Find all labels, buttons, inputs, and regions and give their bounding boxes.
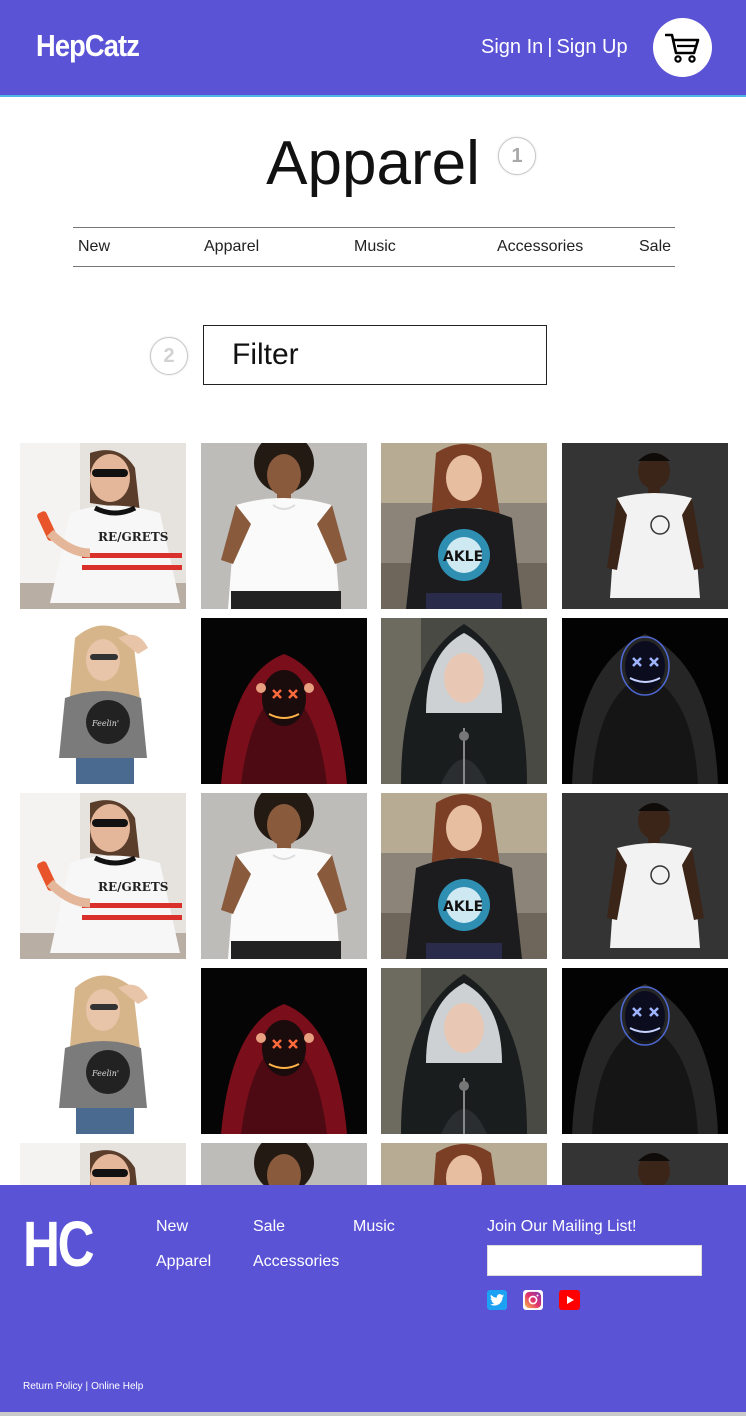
svg-text:AKLE: AKLE	[443, 899, 483, 915]
product-image: RE/GRETS	[20, 1143, 186, 1185]
product-tile[interactable]	[562, 443, 728, 609]
site-logo[interactable]: HepCatz	[36, 28, 140, 64]
twitter-icon[interactable]	[487, 1290, 507, 1310]
footer-link-music[interactable]: Music	[353, 1218, 395, 1236]
auth-separator: |	[547, 36, 553, 58]
product-tile[interactable]	[562, 968, 728, 1134]
mailing-list-email-input[interactable]	[487, 1245, 702, 1276]
nav-item-sale[interactable]: Sale	[639, 238, 671, 256]
product-tile[interactable]	[201, 968, 367, 1134]
product-tile[interactable]	[201, 1143, 367, 1185]
footer-link-apparel[interactable]: Apparel	[156, 1253, 211, 1271]
product-image	[201, 968, 367, 1134]
product-tile[interactable]	[562, 793, 728, 959]
product-tile[interactable]: AKLE	[381, 1143, 547, 1185]
product-tile[interactable]: RE/GRETS	[20, 443, 186, 609]
product-image: AKLE	[381, 793, 547, 959]
category-nav: New Apparel Music Accessories Sale	[73, 227, 675, 267]
product-image	[201, 443, 367, 609]
product-tile[interactable]	[562, 1143, 728, 1185]
return-policy-link[interactable]: Return Policy	[23, 1381, 82, 1392]
annotation-marker-2: 2	[150, 337, 188, 375]
page-title: Apparel	[266, 129, 480, 198]
product-image: RE/GRETS	[20, 793, 186, 959]
footer-link-new[interactable]: New	[156, 1218, 188, 1236]
nav-item-accessories[interactable]: Accessories	[497, 238, 583, 256]
footer-link-sale[interactable]: Sale	[253, 1218, 285, 1236]
product-image: AKLE	[381, 443, 547, 609]
footer-bottom-border	[0, 1412, 746, 1416]
annotation-marker-1: 1	[498, 137, 536, 175]
footer-link-accessories[interactable]: Accessories	[253, 1253, 339, 1271]
product-image	[562, 1143, 728, 1185]
product-image: AKLE	[381, 1143, 547, 1185]
site-header: HepCatz Sign In | Sign Up	[0, 0, 746, 97]
online-help-link[interactable]: Online Help	[91, 1381, 143, 1392]
youtube-icon[interactable]	[559, 1290, 580, 1310]
product-image: Feelin'	[20, 968, 186, 1134]
legal-links: Return Policy | Online Help	[23, 1381, 143, 1392]
sign-in-link[interactable]: Sign In	[481, 36, 543, 59]
product-tile[interactable]	[562, 618, 728, 784]
nav-item-new[interactable]: New	[78, 238, 110, 256]
instagram-icon[interactable]	[523, 1290, 543, 1310]
product-tile[interactable]: AKLE	[381, 793, 547, 959]
product-image	[562, 443, 728, 609]
product-image	[381, 618, 547, 784]
product-image	[562, 968, 728, 1134]
product-image	[201, 793, 367, 959]
svg-text:Feelin': Feelin'	[91, 719, 119, 728]
product-tile[interactable]	[381, 618, 547, 784]
product-image	[562, 793, 728, 959]
product-image	[201, 1143, 367, 1185]
product-tile[interactable]: AKLE	[381, 443, 547, 609]
product-tile[interactable]: RE/GRETS	[20, 793, 186, 959]
product-tile[interactable]	[201, 618, 367, 784]
product-image: Feelin'	[20, 618, 186, 784]
product-image	[381, 968, 547, 1134]
product-tile[interactable]: RE/GRETS	[20, 1143, 186, 1185]
svg-text:AKLE: AKLE	[443, 549, 483, 565]
auth-links: Sign In | Sign Up	[481, 36, 628, 59]
product-tile[interactable]	[201, 443, 367, 609]
product-tile[interactable]: Feelin'	[20, 968, 186, 1134]
product-image	[201, 618, 367, 784]
cart-button[interactable]	[653, 18, 712, 77]
footer-logo[interactable]: HC	[23, 1207, 95, 1281]
shopping-cart-icon	[664, 33, 699, 63]
nav-item-apparel[interactable]: Apparel	[204, 238, 259, 256]
legal-separator: |	[85, 1381, 89, 1392]
product-image: RE/GRETS	[20, 443, 186, 609]
svg-text:RE/GRETS: RE/GRETS	[98, 530, 168, 544]
product-grid: RE/GRETS AKLE Feelin' RE/GRETS AKLE Feel…	[0, 443, 746, 1185]
product-image	[562, 618, 728, 784]
product-tile[interactable]	[381, 968, 547, 1134]
svg-text:RE/GRETS: RE/GRETS	[98, 880, 168, 894]
product-tile[interactable]: Feelin'	[20, 618, 186, 784]
mailing-list-label: Join Our Mailing List!	[487, 1218, 637, 1235]
sign-up-link[interactable]: Sign Up	[556, 36, 627, 59]
site-footer: HC New Sale Music Apparel Accessories Jo…	[0, 1185, 746, 1412]
filter-button[interactable]: Filter	[203, 325, 547, 385]
svg-text:Feelin': Feelin'	[91, 1069, 119, 1078]
product-tile[interactable]	[201, 793, 367, 959]
nav-item-music[interactable]: Music	[354, 238, 396, 256]
